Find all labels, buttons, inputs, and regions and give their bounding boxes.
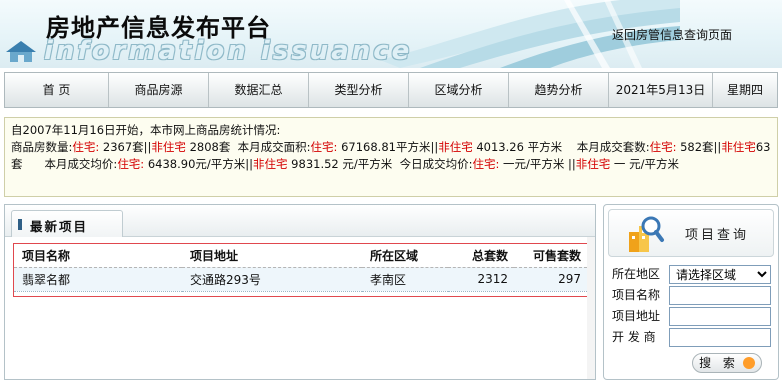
nonresidential-label: 非住宅 [151,140,186,154]
month-area-res-value: 67168.81平方米|| [337,140,439,154]
today-price-nonres-value: 一 元/平方米 [610,157,679,171]
today-price-label: 今日成交均价: [399,157,473,171]
residential-label: 住宅: [472,157,500,171]
residential-label: 住宅: [310,140,338,154]
stats-body: 商品房数量:住宅: 2367套||非住宅 2808套 本月成交面积:住宅: 67… [11,139,771,173]
latest-projects-header: 最新项目 [5,205,595,237]
project-address-label: 项目地址 [612,309,661,323]
house-logo-icon [6,41,36,62]
today-price-res-value: 一元/平方米 || [499,157,576,171]
month-sets-res-value: 582套|| [676,140,722,154]
project-address-row: 项目地址 [612,306,668,326]
district-label: 所在地区 [612,267,661,281]
latest-scrollbar[interactable] [587,237,595,379]
nonresidential-label: 非住宅 [575,157,611,171]
developer-row: 开 发 商 [612,327,668,347]
return-query-link[interactable]: 返回房管信息查询页面 [612,26,732,43]
month-area-label: 本月成交面积: [237,140,311,154]
residential-label: 住宅: [649,140,677,154]
nav-date: 2021年5月13日 [609,73,713,107]
nav-data-summary[interactable]: 数据汇总 [209,73,309,107]
stats-intro: 自2007年11月16日开始，本市网上商品房统计情况: [11,123,281,137]
nav-weekday: 星期四 [726,83,763,97]
nav-region-analysis[interactable]: 区域分析 [409,73,509,107]
developer-label: 开 发 商 [612,330,656,344]
table-header-row: 项目名称 项目地址 所在区域 总套数 可售套数 [14,244,587,268]
col-available-units: 可售套数 [514,244,587,268]
latest-projects-title: 最新项目 [30,219,89,234]
col-project-address: 项目地址 [182,244,362,268]
month-area-nonres-value: 4013.26 平方米 [472,140,563,154]
nav-trend-analysis[interactable]: 趋势分析 [509,73,609,107]
sale-nonres-value: 2808套 [185,140,231,154]
statistics-panel: 自2007年11月16日开始，本市网上商品房统计情况: 商品房数量:住宅: 23… [4,117,778,197]
arrow-right-icon [742,357,755,369]
cell-district: 孝南区 [362,267,448,292]
latest-projects-tab[interactable]: 最新项目 [11,210,123,237]
search-button[interactable]: 搜 索 [692,353,762,373]
projects-table: 项目名称 项目地址 所在区域 总套数 可售套数 翡翠名都 交通路293号 孝南区… [14,244,587,292]
project-name-input[interactable] [669,286,771,305]
projects-table-frame: 项目名称 项目地址 所在区域 总套数 可售套数 翡翠名都 交通路293号 孝南区… [13,243,588,297]
cell-project-address: 交通路293号 [182,267,362,292]
month-price-nonres-value: 9831.52 元/平方米 [287,157,393,171]
cell-project-name[interactable]: 翡翠名都 [14,267,182,292]
month-price-label: 本月成交均价: [44,157,118,171]
month-price-res-value: 6438.90元/平方米|| [144,157,254,171]
nonresidential-label: 非住宅 [438,140,473,154]
sale-count-label: 商品房数量: [11,140,73,154]
table-row[interactable]: 翡翠名都 交通路293号 孝南区 2312 297 [14,267,587,292]
project-name-label: 项目名称 [612,288,661,302]
nav-type-analysis[interactable]: 类型分析 [309,73,409,107]
residential-label: 住宅: [72,140,100,154]
magnifier-building-icon [629,216,664,252]
residential-label: 住宅: [117,157,145,171]
col-total-units: 总套数 [448,244,514,268]
cell-total-units: 2312 [448,267,514,292]
nav-home[interactable]: 首 页 [5,73,109,107]
district-select[interactable]: 请选择区域 [669,265,771,284]
banner: 房地产信息发布平台 information issuance 返回房管信息查询页… [0,0,782,68]
developer-input[interactable] [669,328,771,347]
project-name-row: 项目名称 [612,285,668,305]
project-query-header: 项目查询 [608,209,774,257]
project-query-title: 项目查询 [685,228,750,243]
search-button-label: 搜 索 [699,356,739,370]
col-project-name: 项目名称 [14,244,182,268]
project-query-panel: 项目查询 所在地区 请选择区域 项目名称 项目地址 开 发 商 搜 索 [603,204,779,380]
nonresidential-label: 非住宅 [721,140,756,154]
latest-projects-panel: 最新项目 项目名称 项目地址 所在区域 总套数 可售套数 翡翠名都 交通路293… [4,204,596,380]
cell-available-units: 297 [514,267,587,292]
site-subtitle-en: information issuance [44,36,413,66]
month-sets-label: 本月成交套数: [576,140,650,154]
nav-housing[interactable]: 商品房源 [109,73,209,107]
project-address-input[interactable] [669,307,771,326]
col-district: 所在区域 [362,244,448,268]
nonresidential-label: 非住宅 [253,157,288,171]
sale-res-value: 2367套|| [102,140,152,154]
main-nav: 首 页 商品房源 数据汇总 类型分析 区域分析 趋势分析 2021年5月13日 … [4,72,778,108]
district-row: 所在地区 [612,264,668,284]
